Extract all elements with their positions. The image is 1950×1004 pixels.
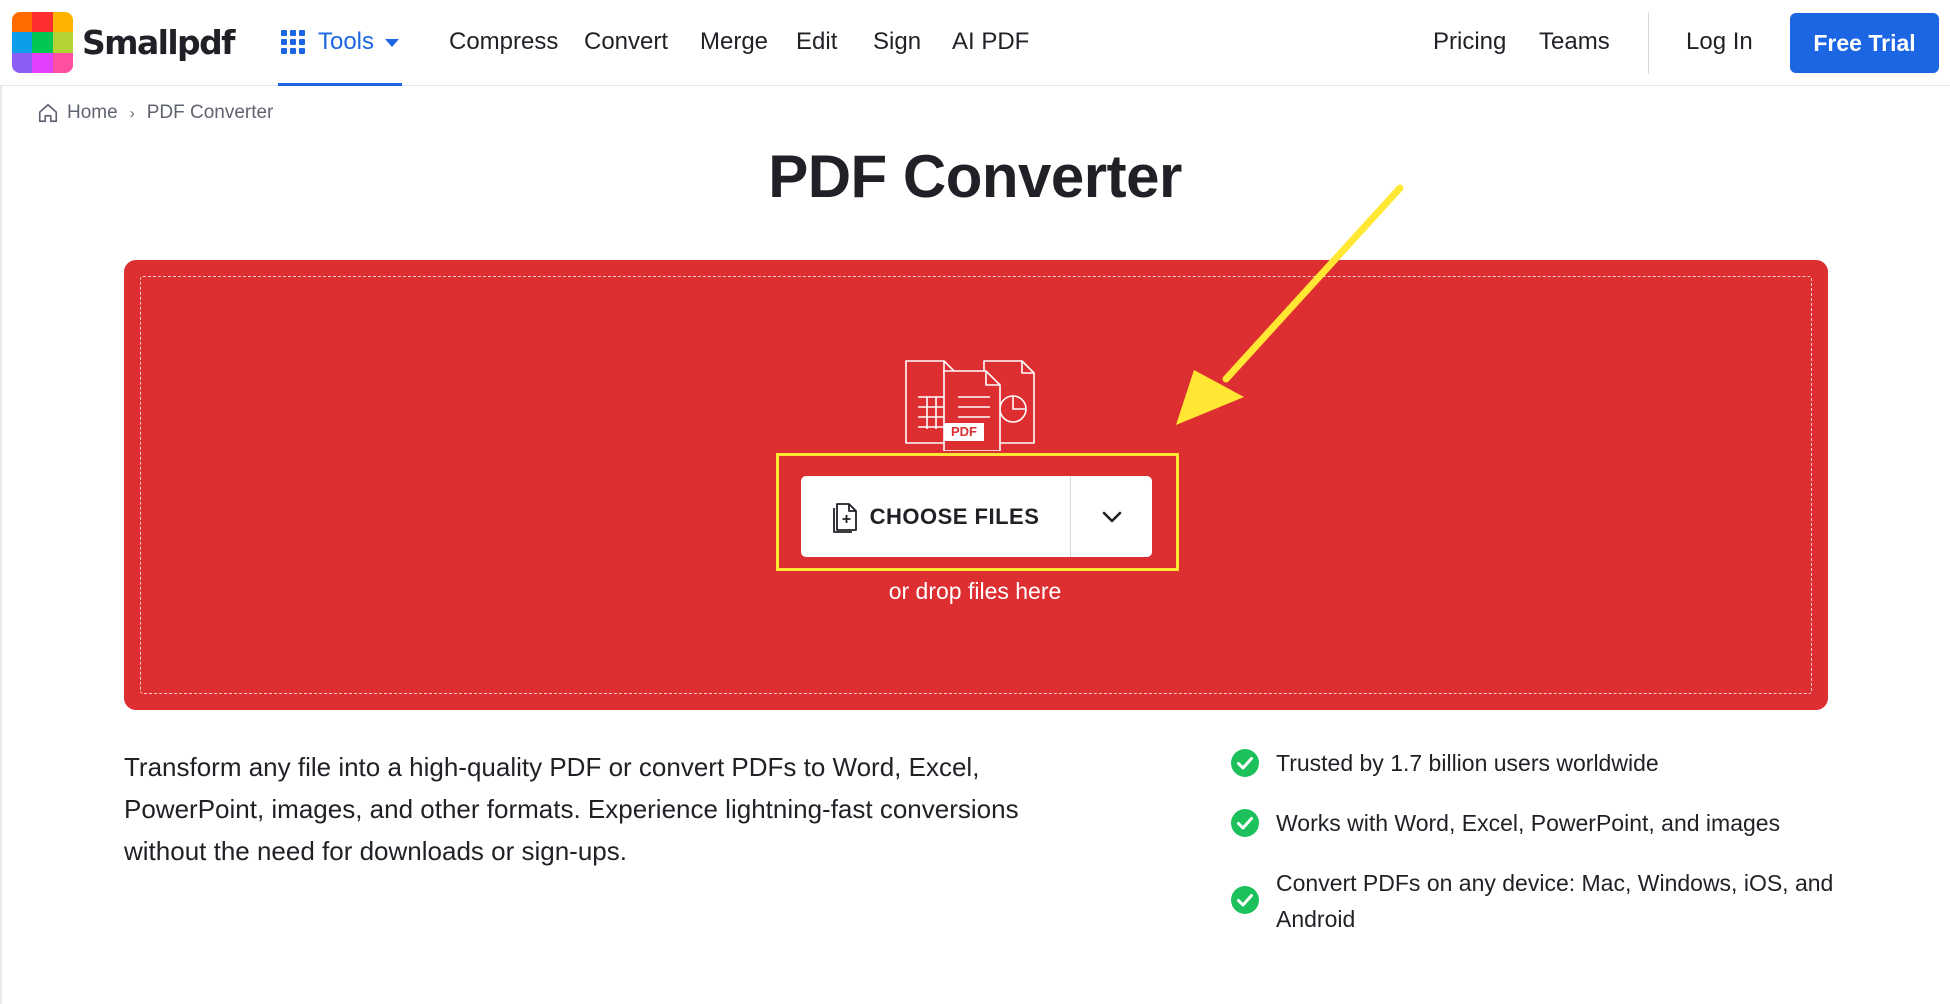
feature-text: Works with Word, Excel, PowerPoint, and … xyxy=(1276,810,1781,836)
nav-convert[interactable]: Convert xyxy=(584,0,668,86)
feature-item: Trusted by 1.7 billion users worldwide xyxy=(1230,745,1836,781)
feature-text: Convert PDFs on any device: Mac, Windows… xyxy=(1276,870,1834,932)
logo-cell xyxy=(12,12,33,33)
nav-pricing[interactable]: Pricing xyxy=(1433,0,1506,86)
feature-item: Works with Word, Excel, PowerPoint, and … xyxy=(1230,805,1836,841)
converter-description: Transform any file into a high-quality P… xyxy=(124,752,1019,866)
login-link[interactable]: Log In xyxy=(1686,0,1753,86)
check-circle-icon xyxy=(1231,749,1259,777)
logo-cell xyxy=(12,32,33,53)
smallpdf-logo[interactable]: Smallpdf xyxy=(12,12,235,73)
tools-menu-button[interactable]: Tools xyxy=(278,0,402,86)
logo-cell xyxy=(52,32,73,53)
header-divider xyxy=(1648,12,1649,74)
breadcrumb-separator: › xyxy=(129,104,135,122)
logo-cell xyxy=(12,52,33,73)
feature-item: Convert PDFs on any device: Mac, Windows… xyxy=(1230,865,1836,937)
nav-teams[interactable]: Teams xyxy=(1539,0,1610,86)
nav-ai-pdf[interactable]: AI PDF xyxy=(952,0,1029,86)
site-header: Smallpdf Tools Compress Convert Merge Ed… xyxy=(0,0,1950,86)
logo-cell xyxy=(32,52,53,73)
drop-files-hint: or drop files here xyxy=(888,578,1062,604)
check-circle-icon xyxy=(1231,886,1259,914)
logo-cell xyxy=(52,52,73,73)
breadcrumb-home[interactable]: Home xyxy=(67,102,118,124)
pdf-badge: PDF xyxy=(951,424,977,439)
chevron-down-icon xyxy=(1102,511,1121,522)
nav-edit[interactable]: Edit xyxy=(796,0,837,86)
logo-cell xyxy=(32,12,53,33)
breadcrumb-current: PDF Converter xyxy=(146,102,274,123)
logo-wordmark: Smallpdf xyxy=(82,23,235,62)
grid-icon xyxy=(280,29,305,54)
choose-source-dropdown[interactable] xyxy=(1071,476,1152,557)
page-title: PDF Converter xyxy=(768,143,1182,210)
page-edge xyxy=(0,86,2,1004)
choose-files-control: CHOOSE FILES xyxy=(801,476,1152,557)
home-icon xyxy=(38,103,58,123)
check-circle-icon xyxy=(1231,809,1259,837)
logo-cell xyxy=(52,12,73,33)
feature-text: Trusted by 1.7 billion users worldwide xyxy=(1276,750,1659,776)
file-plus-icon xyxy=(832,502,857,533)
nav-compress[interactable]: Compress xyxy=(449,0,558,86)
logo-mark xyxy=(12,12,73,73)
choose-files-label: CHOOSE FILES xyxy=(869,503,1040,529)
choose-files-button[interactable]: CHOOSE FILES xyxy=(801,476,1071,557)
logo-cell xyxy=(32,32,53,53)
nav-merge[interactable]: Merge xyxy=(700,0,768,86)
tools-label: Tools xyxy=(317,27,375,55)
caret-down-icon xyxy=(385,39,400,47)
breadcrumb: Home › PDF Converter xyxy=(37,99,273,127)
nav-sign[interactable]: Sign xyxy=(873,0,921,86)
free-trial-button[interactable]: Free Trial xyxy=(1790,13,1939,73)
